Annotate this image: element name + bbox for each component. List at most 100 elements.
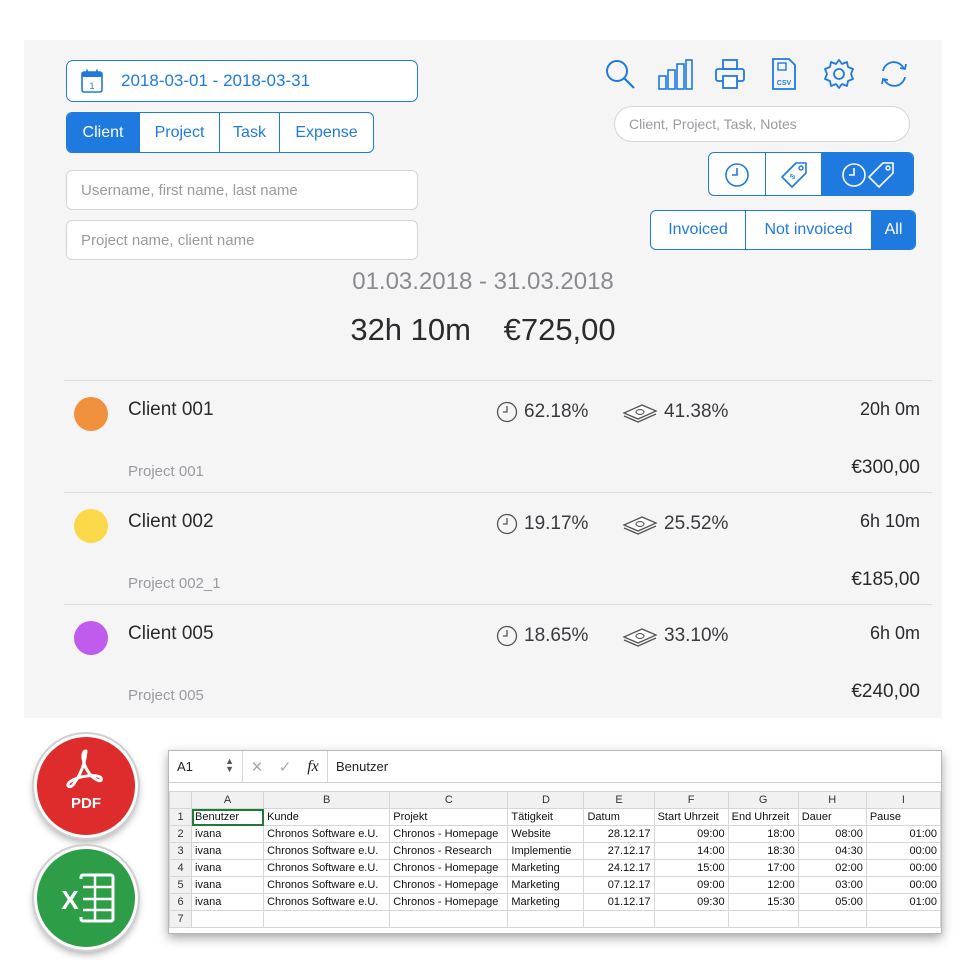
filter-invoiced[interactable]: Invoiced — [651, 211, 745, 249]
row-number[interactable]: 7 — [168, 910, 193, 928]
table-cell[interactable]: Dauer — [797, 808, 867, 826]
tab-task[interactable]: Task — [219, 113, 279, 152]
row-number[interactable]: 2 — [168, 825, 193, 843]
bar-chart-icon[interactable] — [657, 56, 693, 92]
select-all-corner[interactable] — [168, 791, 193, 809]
table-cell[interactable] — [507, 910, 585, 928]
row-number[interactable]: 3 — [168, 842, 193, 860]
table-cell[interactable]: 15:00 — [653, 859, 729, 877]
table-cell[interactable] — [727, 910, 799, 928]
column-header[interactable]: D — [507, 791, 585, 809]
table-cell[interactable]: 28.12.17 — [583, 825, 655, 843]
table-cell[interactable] — [389, 910, 509, 928]
column-header[interactable]: I — [865, 791, 942, 809]
table-cell[interactable]: Datum — [583, 808, 655, 826]
table-cell[interactable]: Marketing — [507, 859, 585, 877]
tab-project[interactable]: Project — [139, 113, 219, 152]
table-cell[interactable]: 04:30 — [797, 842, 867, 860]
table-cell[interactable]: Pause — [865, 808, 942, 826]
table-cell[interactable]: Chronos Software e.U. — [263, 825, 391, 843]
table-cell[interactable]: 18:30 — [727, 842, 799, 860]
table-cell[interactable] — [865, 910, 942, 928]
column-header[interactable]: E — [583, 791, 655, 809]
row-number[interactable]: 6 — [168, 893, 193, 911]
column-header[interactable]: G — [727, 791, 799, 809]
table-cell[interactable]: Chronos - Homepage — [389, 876, 509, 894]
table-cell[interactable]: 09:00 — [653, 825, 729, 843]
table-cell[interactable]: Benutzer — [191, 808, 265, 826]
table-cell[interactable] — [797, 910, 867, 928]
tab-client[interactable]: Client — [67, 113, 139, 152]
table-cell[interactable]: 08:00 — [797, 825, 867, 843]
column-header[interactable]: C — [389, 791, 509, 809]
table-cell[interactable]: 00:00 — [865, 876, 942, 894]
table-cell[interactable]: Chronos - Homepage — [389, 825, 509, 843]
filter-not-invoiced[interactable]: Not invoiced — [745, 211, 871, 249]
time-mode-button[interactable] — [709, 153, 765, 195]
function-icon[interactable]: fx — [299, 758, 327, 776]
column-header[interactable]: H — [797, 791, 867, 809]
money-mode-button[interactable]: $ — [765, 153, 821, 195]
table-cell[interactable]: 01:00 — [865, 893, 942, 911]
table-cell[interactable]: 24.12.17 — [583, 859, 655, 877]
time-and-money-mode-button[interactable] — [821, 153, 913, 195]
table-cell[interactable]: Chronos - Homepage — [389, 893, 509, 911]
formula-value[interactable]: Benutzer — [327, 751, 388, 782]
table-cell[interactable]: ivana — [191, 825, 265, 843]
table-cell[interactable]: 09:00 — [653, 876, 729, 894]
project-filter-input[interactable]: Project name, client name — [66, 220, 418, 260]
csv-icon[interactable]: CSV — [766, 56, 802, 92]
table-cell[interactable]: 17:00 — [727, 859, 799, 877]
table-cell[interactable]: 00:00 — [865, 842, 942, 860]
table-cell[interactable]: Chronos Software e.U. — [263, 893, 391, 911]
client-row[interactable]: Client 005 18.65% 33.10% 6h 0m Project 0… — [64, 604, 932, 716]
print-icon[interactable] — [712, 56, 748, 92]
table-cell[interactable]: Chronos - Homepage — [389, 859, 509, 877]
row-number[interactable]: 5 — [168, 876, 193, 894]
confirm-icon[interactable]: ✓ — [271, 758, 299, 776]
table-cell[interactable]: 15:30 — [727, 893, 799, 911]
table-cell[interactable]: Marketing — [507, 893, 585, 911]
table-cell[interactable]: ivana — [191, 893, 265, 911]
settings-icon[interactable] — [821, 56, 857, 92]
table-cell[interactable]: Projekt — [389, 808, 509, 826]
table-cell[interactable]: Tätigkeit — [507, 808, 585, 826]
column-header[interactable]: F — [653, 791, 729, 809]
table-cell[interactable] — [263, 910, 391, 928]
table-cell[interactable]: 14:00 — [653, 842, 729, 860]
refresh-icon[interactable] — [876, 56, 912, 92]
table-cell[interactable]: 18:00 — [727, 825, 799, 843]
cell-reference-box[interactable]: A1 ▲ ▼ — [169, 751, 243, 782]
column-header[interactable]: A — [191, 791, 265, 809]
table-cell[interactable]: ivana — [191, 876, 265, 894]
table-cell[interactable] — [191, 910, 265, 928]
pdf-export-badge[interactable]: PDF — [32, 732, 140, 840]
table-cell[interactable]: 07.12.17 — [583, 876, 655, 894]
excel-export-badge[interactable]: X — [32, 844, 140, 952]
table-cell[interactable] — [653, 910, 729, 928]
table-cell[interactable]: Implementie — [507, 842, 585, 860]
table-cell[interactable]: 09:30 — [653, 893, 729, 911]
table-cell[interactable]: ivana — [191, 859, 265, 877]
client-row[interactable]: Client 002 19.17% 25.52% 6h 10m Project … — [64, 492, 932, 604]
tab-expense[interactable]: Expense — [279, 113, 373, 152]
table-cell[interactable]: 00:00 — [865, 859, 942, 877]
table-cell[interactable]: ivana — [191, 842, 265, 860]
table-cell[interactable]: 01:00 — [865, 825, 942, 843]
row-number[interactable]: 4 — [168, 859, 193, 877]
cancel-icon[interactable]: ✕ — [243, 758, 271, 776]
table-cell[interactable]: 05:00 — [797, 893, 867, 911]
table-cell[interactable]: Chronos Software e.U. — [263, 859, 391, 877]
column-header[interactable]: B — [263, 791, 391, 809]
table-cell[interactable]: Chronos Software e.U. — [263, 876, 391, 894]
client-row[interactable]: Client 001 62.18% 41.38% 20h 0m Project … — [64, 380, 932, 492]
table-cell[interactable]: 01.12.17 — [583, 893, 655, 911]
row-number[interactable]: 1 — [168, 808, 193, 826]
table-cell[interactable]: Start Uhrzeit — [653, 808, 729, 826]
stepper-icon[interactable]: ▲ ▼ — [225, 757, 234, 774]
table-cell[interactable] — [583, 910, 655, 928]
table-cell[interactable]: 12:00 — [727, 876, 799, 894]
table-cell[interactable]: Chronos - Research — [389, 842, 509, 860]
user-filter-input[interactable]: Username, first name, last name — [66, 170, 418, 210]
filter-all[interactable]: All — [871, 211, 915, 249]
